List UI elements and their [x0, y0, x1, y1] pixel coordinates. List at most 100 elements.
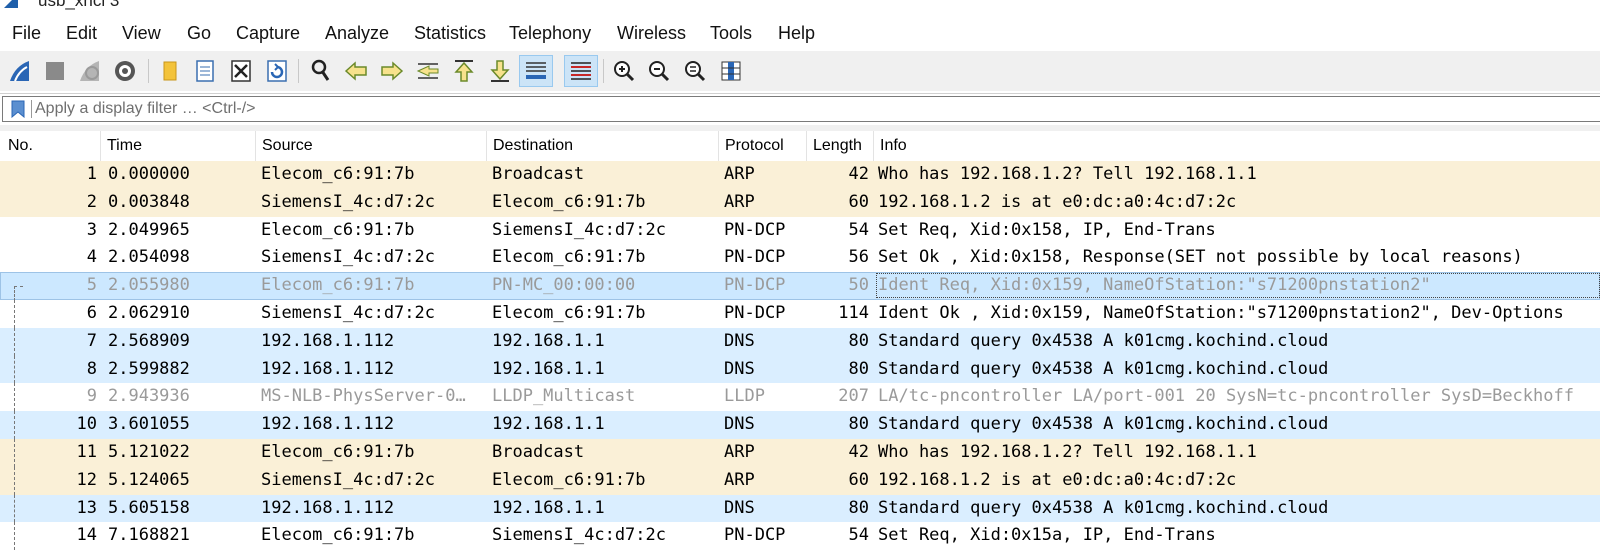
resize-columns-button[interactable] [715, 55, 747, 87]
cell-no: 2 [86, 191, 97, 212]
go-forward-button[interactable] [376, 55, 408, 87]
cell-length: 42 [848, 441, 869, 462]
menu-edit[interactable]: Edit [66, 23, 97, 44]
table-row[interactable]: 6 2.062910 SiemensI_4c:d7:2c Elecom_c6:91:7… [0, 299, 1600, 328]
display-filter-box [2, 96, 1600, 122]
column-header-length[interactable]: Length [807, 131, 874, 161]
cell-protocol: ARP [724, 164, 755, 184]
cell-no: 12 [76, 469, 97, 490]
normal-size-button[interactable] [679, 55, 711, 87]
go-last-packet-button[interactable] [484, 55, 516, 87]
table-row[interactable]: 3 2.049965 Elecom_c6:91:7b SiemensI_4c:d7:2… [0, 216, 1600, 245]
colorize-button[interactable] [564, 55, 598, 87]
cell-length: 50 [848, 275, 869, 296]
table-row[interactable]: 1 0.000000 Elecom_c6:91:7b Broadcast ARP 42 Wh… [0, 161, 1600, 189]
cell-length: 80 [848, 358, 869, 379]
cell-info: 192.168.1.2 is at e0:dc:a0:4c:d7:2c [878, 191, 1237, 212]
save-file-button[interactable] [189, 55, 221, 87]
cell-protocol: LLDP [724, 386, 765, 407]
cell-destination: SiemensI_4c:d7:2c [492, 219, 666, 240]
table-row[interactable]: 10 3.601055 192.168.1.112 192.168.1.1 DNS 80 S… [0, 411, 1600, 439]
resize-columns-icon [721, 61, 741, 81]
cell-time: 2.062910 [108, 302, 190, 323]
find-packet-button[interactable] [305, 55, 337, 87]
table-row[interactable]: 11 5.121022 Elecom_c6:91:7b Broadcast ARP 42 W… [0, 438, 1600, 467]
table-row[interactable]: 12 5.124065 SiemensI_4c:d7:2c Elecom_c6:91:… [0, 466, 1600, 495]
go-to-packet-button[interactable] [412, 55, 444, 87]
cell-time: 5.121022 [108, 441, 190, 462]
cell-destination: LLDP_Multicast [492, 386, 636, 407]
menu-telephony[interactable]: Telephony [509, 23, 591, 44]
cell-info: 192.168.1.2 is at e0:dc:a0:4c:d7:2c [878, 469, 1237, 490]
reload-file-button[interactable] [261, 55, 293, 87]
cell-time: 5.124065 [108, 469, 190, 490]
menu-analyze[interactable]: Analyze [325, 23, 389, 44]
focus-cell-outline [876, 273, 1600, 299]
table-row[interactable]: 7 2.568909 192.168.1.112 192.168.1.1 DNS 80 St… [0, 327, 1600, 356]
cell-length: 60 [848, 469, 869, 490]
cell-time: 2.599882 [108, 358, 190, 379]
cell-source: MS-NLB-PhysServer-0… [261, 386, 466, 407]
cell-protocol: PN-DCP [724, 302, 786, 323]
table-row[interactable]: 8 2.599882 192.168.1.112 192.168.1.1 DNS 80 St… [0, 355, 1600, 384]
table-row[interactable]: 4 2.054098 SiemensI_4c:d7:2c Elecom_c6:91:7… [0, 244, 1600, 273]
cell-time: 5.605158 [108, 497, 190, 518]
go-first-packet-button[interactable] [448, 55, 480, 87]
column-header-protocol[interactable]: Protocol [719, 131, 807, 161]
cell-info: Set Req, Xid:0x158, IP, End-Trans [878, 219, 1216, 240]
menu-wireless[interactable]: Wireless [617, 23, 686, 44]
display-filter-bar [0, 93, 1600, 126]
cell-source: SiemensI_4c:d7:2c [261, 247, 435, 268]
start-capture-button[interactable] [4, 55, 36, 87]
column-header-time[interactable]: Time [101, 131, 256, 161]
cell-protocol: PN-DCP [724, 525, 786, 546]
cell-no: 10 [76, 414, 97, 435]
open-file-button[interactable] [154, 55, 186, 87]
cell-source: 192.168.1.112 [261, 358, 395, 379]
bookmark-icon[interactable] [11, 100, 25, 118]
stop-capture-button[interactable] [39, 55, 71, 87]
cell-source: SiemensI_4c:d7:2c [261, 302, 435, 323]
cell-no: 4 [86, 247, 97, 268]
zoom-in-icon [614, 61, 635, 82]
stop-capture-icon [46, 62, 64, 80]
menu-capture[interactable]: Capture [236, 23, 300, 44]
cell-source: SiemensI_4c:d7:2c [261, 469, 435, 490]
wireshark-logo-icon [4, 0, 18, 8]
table-row[interactable]: 2 0.003848 SiemensI_4c:d7:2c Elecom_c6:91:7… [0, 188, 1600, 217]
cell-info: Ident Ok , Xid:0x159, NameOfStation:"s71… [878, 302, 1564, 323]
zoom-out-icon [649, 61, 670, 82]
cell-time: 7.168821 [108, 525, 190, 546]
restart-capture-button[interactable] [74, 55, 106, 87]
menu-go[interactable]: Go [187, 23, 211, 44]
table-row[interactable]: 9 2.943936 MS-NLB-PhysServer-0… LLDP_Multic… [0, 383, 1600, 412]
cell-no: 11 [76, 441, 97, 462]
table-row[interactable]: 5 2.055980 Elecom_c6:91:7b PN-MC_00:00:00 PN… [0, 272, 1600, 302]
autoscroll-button[interactable] [519, 55, 553, 87]
go-forward-icon [381, 61, 404, 81]
cell-source: Elecom_c6:91:7b [261, 525, 415, 546]
column-header-no[interactable]: No. [0, 131, 101, 161]
cell-no: 3 [86, 219, 97, 240]
table-row[interactable]: 14 7.168821 Elecom_c6:91:7b SiemensI_4c:d7:… [0, 522, 1600, 551]
cell-time: 0.000000 [108, 164, 190, 184]
menu-file[interactable]: File [12, 23, 41, 44]
menu-view[interactable]: View [122, 23, 161, 44]
start-capture-icon [10, 61, 29, 82]
close-file-button[interactable] [225, 55, 257, 87]
column-header-info[interactable]: Info [874, 131, 1600, 161]
menu-tools[interactable]: Tools [710, 23, 752, 44]
column-header-source[interactable]: Source [256, 131, 487, 161]
menu-statistics[interactable]: Statistics [414, 23, 486, 44]
cell-length: 80 [848, 497, 869, 518]
capture-options-button[interactable] [109, 55, 141, 87]
menu-help[interactable]: Help [778, 23, 815, 44]
zoom-in-button[interactable] [608, 55, 640, 87]
cell-source: SiemensI_4c:d7:2c [261, 191, 435, 212]
go-back-button[interactable] [340, 55, 372, 87]
column-header-destination[interactable]: Destination [487, 131, 719, 161]
table-row[interactable]: 13 5.605158 192.168.1.112 192.168.1.1 DNS 80 S… [0, 494, 1600, 523]
main-toolbar [0, 51, 1600, 91]
zoom-out-button[interactable] [643, 55, 675, 87]
display-filter-input[interactable] [35, 99, 1435, 119]
